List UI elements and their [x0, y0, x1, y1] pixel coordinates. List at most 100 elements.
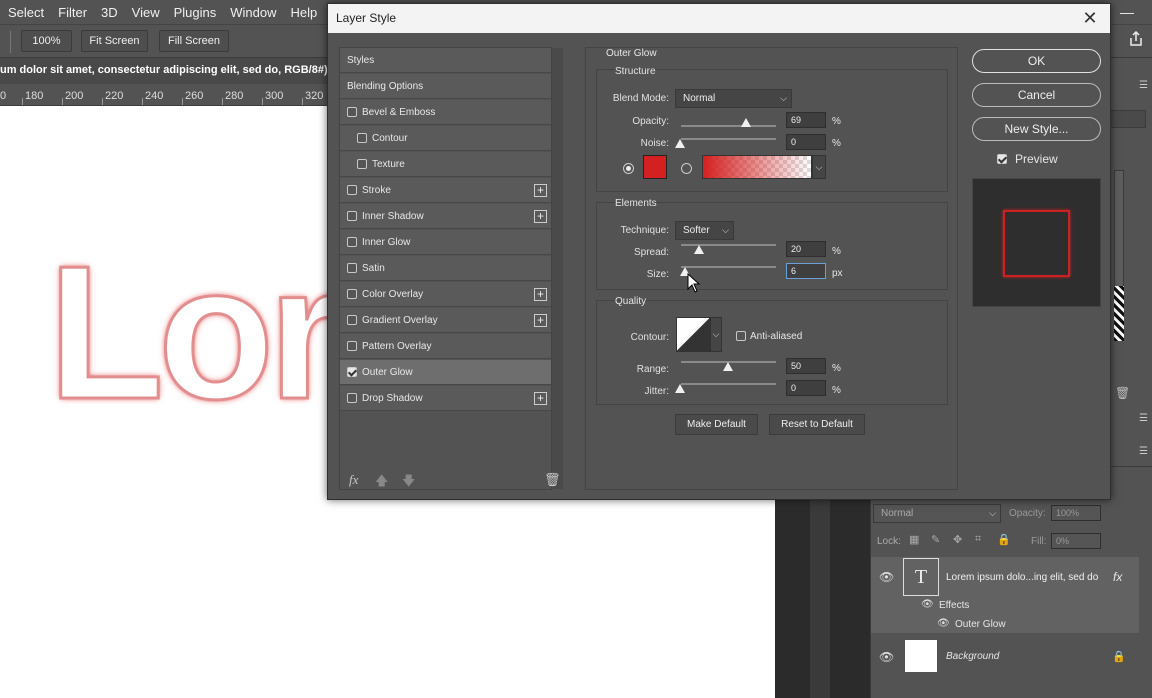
preview-checkbox[interactable]	[997, 154, 1012, 167]
noise-field[interactable]: 0	[786, 134, 826, 150]
range-field[interactable]: 50	[786, 358, 826, 374]
layer-blend-mode-select[interactable]: Normal ⌵	[873, 504, 1001, 523]
outer-glow-eye-icon[interactable]: 👁	[937, 618, 950, 629]
style-checkbox[interactable]	[347, 263, 357, 273]
panel-menu-icon[interactable]: ☰	[1139, 413, 1148, 424]
ok-button[interactable]: OK	[972, 49, 1101, 73]
fill-field[interactable]: 0%	[1051, 533, 1101, 549]
jitter-slider[interactable]	[681, 383, 776, 385]
style-item-contour[interactable]: Contour	[340, 126, 551, 151]
menu-help[interactable]: Help	[283, 5, 324, 20]
style-item-color-overlay[interactable]: Color Overlay +	[340, 282, 551, 307]
menu-view[interactable]: View	[124, 5, 166, 20]
menu-3d[interactable]: 3D	[93, 5, 124, 20]
noise-slider[interactable]	[681, 138, 776, 140]
menu-plugins[interactable]: Plugins	[166, 5, 223, 20]
layer-opacity-field[interactable]: 100%	[1051, 505, 1101, 521]
style-checkbox[interactable]	[347, 341, 357, 351]
move-up-icon[interactable]: 🡅	[375, 472, 388, 494]
document-tab[interactable]: um dolor sit amet, consectetur adipiscin…	[0, 58, 330, 84]
structure-title: Structure	[615, 66, 656, 77]
visibility-eye-icon[interactable]: 👁	[879, 570, 894, 584]
reset-to-default-button[interactable]: Reset to Default	[769, 414, 865, 435]
add-effect-icon[interactable]: +	[534, 183, 547, 197]
glow-color-swatch[interactable]	[643, 155, 667, 179]
spread-field[interactable]: 20	[786, 241, 826, 257]
add-effect-icon[interactable]: +	[534, 391, 547, 405]
opacity-slider-thumb[interactable]	[741, 118, 751, 127]
menu-filter[interactable]: Filter	[50, 5, 93, 20]
size-field[interactable]: 6	[786, 263, 826, 279]
make-default-button[interactable]: Make Default	[675, 414, 758, 435]
style-item-bevel-emboss[interactable]: Bevel & Emboss	[340, 100, 551, 125]
style-item-drop-shadow[interactable]: Drop Shadow +	[340, 386, 551, 411]
lock-all-icon[interactable]: 🔒	[997, 533, 1011, 546]
minimize-icon[interactable]: —	[1120, 4, 1134, 20]
zoom-100-button[interactable]: 100%	[21, 30, 72, 52]
delete-effect-icon[interactable]: 🗑	[544, 472, 561, 488]
add-effect-icon[interactable]: +	[534, 209, 547, 223]
opacity-slider[interactable]	[681, 125, 776, 127]
style-checkbox[interactable]	[347, 237, 357, 247]
lock-transparent-icon[interactable]: ▦	[909, 533, 919, 546]
style-item-blending-options[interactable]: Blending Options	[340, 74, 551, 99]
blend-mode-select[interactable]: Normal ⌵	[675, 89, 792, 108]
style-checkbox[interactable]	[347, 367, 357, 377]
contour-chevron-down-icon[interactable]: ⌵	[710, 317, 722, 352]
jitter-field[interactable]: 0	[786, 380, 826, 396]
trash-icon[interactable]: 🗑	[1115, 386, 1130, 400]
noise-slider-thumb[interactable]	[675, 139, 685, 148]
share-icon[interactable]	[1128, 30, 1144, 47]
quality-title: Quality	[615, 296, 647, 307]
range-slider-thumb[interactable]	[723, 362, 733, 371]
style-item-gradient-overlay[interactable]: Gradient Overlay +	[340, 308, 551, 333]
styles-scrollbar[interactable]	[552, 48, 563, 489]
style-checkbox[interactable]	[357, 159, 367, 169]
style-checkbox[interactable]	[347, 315, 357, 325]
style-checkbox[interactable]	[347, 211, 357, 221]
new-style-button[interactable]: New Style...	[972, 117, 1101, 141]
cancel-button[interactable]: Cancel	[972, 83, 1101, 107]
contour-preview[interactable]	[676, 317, 710, 352]
style-checkbox[interactable]	[357, 133, 367, 143]
gradient-radio[interactable]	[681, 163, 692, 174]
fit-screen-button[interactable]: Fit Screen	[81, 30, 148, 52]
style-checkbox[interactable]	[347, 289, 357, 299]
fill-screen-button[interactable]: Fill Screen	[159, 30, 229, 52]
solid-color-radio[interactable]	[623, 163, 634, 174]
panel-menu-icon[interactable]: ☰	[1139, 446, 1148, 457]
menu-select[interactable]: Select	[0, 5, 50, 20]
style-checkbox[interactable]	[347, 107, 357, 117]
style-checkbox[interactable]	[347, 393, 357, 403]
style-item-outer-glow[interactable]: Outer Glow	[340, 360, 551, 385]
style-item-inner-glow[interactable]: Inner Glow	[340, 230, 551, 255]
lock-brush-icon[interactable]: ✎	[931, 533, 940, 546]
style-item-texture[interactable]: Texture	[340, 152, 551, 177]
add-effect-icon[interactable]: +	[534, 287, 547, 301]
background-eye-icon[interactable]: 👁	[879, 650, 894, 664]
fx-menu-icon[interactable]: fx	[349, 472, 358, 488]
spread-slider-thumb[interactable]	[694, 245, 704, 254]
style-checkbox[interactable]	[347, 185, 357, 195]
lock-move-icon[interactable]: ✥	[953, 533, 962, 546]
effects-eye-icon[interactable]: 👁	[921, 599, 934, 610]
gradient-swatch[interactable]	[702, 155, 812, 179]
style-item-styles[interactable]: Styles	[340, 48, 551, 73]
size-slider[interactable]	[681, 266, 776, 268]
opacity-field[interactable]: 69	[786, 112, 826, 128]
style-item-satin[interactable]: Satin	[340, 256, 551, 281]
anti-aliased-checkbox[interactable]	[736, 331, 751, 344]
noise-label: Noise:	[640, 138, 669, 149]
gradient-chevron-down-icon[interactable]: ⌵	[812, 155, 826, 179]
close-icon[interactable]: ✕	[1080, 8, 1100, 28]
style-item-inner-shadow[interactable]: Inner Shadow +	[340, 204, 551, 229]
lock-artboard-icon[interactable]: ⌗	[975, 533, 981, 546]
add-effect-icon[interactable]: +	[534, 313, 547, 327]
style-item-pattern-overlay[interactable]: Pattern Overlay	[340, 334, 551, 359]
menu-window[interactable]: Window	[222, 5, 282, 20]
style-item-stroke[interactable]: Stroke +	[340, 178, 551, 203]
technique-select[interactable]: Softer ⌵	[675, 221, 734, 240]
panel-menu-icon[interactable]: ☰	[1139, 80, 1148, 91]
move-down-icon[interactable]: 🡇	[402, 472, 415, 494]
jitter-slider-thumb[interactable]	[675, 384, 685, 393]
